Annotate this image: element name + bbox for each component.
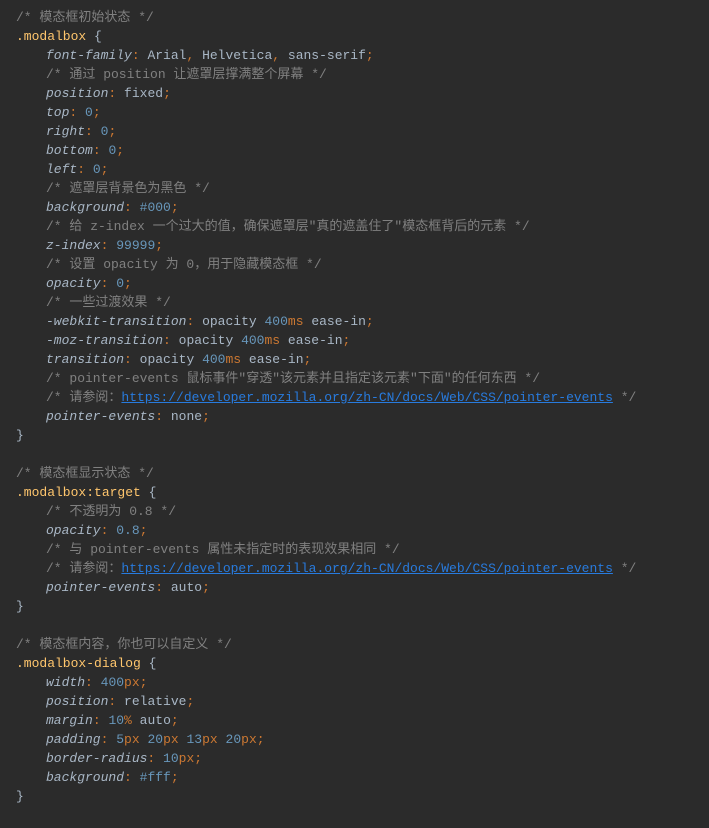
css-property: pointer-events (46, 409, 155, 424)
css-property: bottom (46, 143, 93, 158)
comment: /* 模态框初始状态 */ (16, 10, 154, 25)
css-property: width (46, 675, 85, 690)
css-property: top (46, 105, 69, 120)
blank-line (16, 616, 709, 635)
css-selector: .modalbox:target (16, 485, 141, 500)
comment: /* 遮罩层背景色为黑色 */ (46, 181, 210, 196)
comment: /* 给 z-index 一个过大的值，确保遮罩层"真的遮盖住了"模态框背后的元… (46, 219, 530, 234)
css-property: -webkit-transition (46, 314, 186, 329)
brace-open: { (149, 656, 157, 671)
brace-open: { (94, 29, 102, 44)
css-property: position (46, 86, 108, 101)
css-property: left (46, 162, 77, 177)
css-property: margin (46, 713, 93, 728)
css-property: background (46, 200, 124, 215)
css-property: transition (46, 352, 124, 367)
comment: /* 通过 position 让遮罩层撑满整个屏幕 */ (46, 67, 327, 82)
css-property: font-family (46, 48, 132, 63)
comment: /* 模态框显示状态 */ (16, 466, 154, 481)
brace-close: } (16, 789, 24, 804)
brace-open: { (149, 485, 157, 500)
brace-close: } (16, 599, 24, 614)
comment: /* 请参阅： (46, 390, 121, 405)
css-property: pointer-events (46, 580, 155, 595)
css-property: padding (46, 732, 101, 747)
comment: /* pointer-events 鼠标事件"穿透"该元素并且指定该元素"下面"… (46, 371, 540, 386)
doc-url[interactable]: https://developer.mozilla.org/zh-CN/docs… (121, 390, 612, 405)
blank-line (16, 445, 709, 464)
comment: /* 与 pointer-events 属性未指定时的表现效果相同 */ (46, 542, 400, 557)
css-property: -moz-transition (46, 333, 163, 348)
css-property: right (46, 124, 85, 139)
comment: /* 请参阅： (46, 561, 121, 576)
doc-url[interactable]: https://developer.mozilla.org/zh-CN/docs… (121, 561, 612, 576)
css-selector: .modalbox (16, 29, 86, 44)
css-selector: .modalbox-dialog (16, 656, 141, 671)
css-property: opacity (46, 523, 101, 538)
comment: /* 一些过渡效果 */ (46, 295, 171, 310)
css-property: z-index (46, 238, 101, 253)
brace-close: } (16, 428, 24, 443)
css-property: border-radius (46, 751, 147, 766)
comment: /* 模态框内容，你也可以自定义 */ (16, 637, 232, 652)
css-property: position (46, 694, 108, 709)
comment: /* 设置 opacity 为 0，用于隐藏模态框 */ (46, 257, 322, 272)
code-editor[interactable]: /* 模态框初始状态 */ .modalbox { font-family: A… (0, 0, 709, 814)
css-property: opacity (46, 276, 101, 291)
css-property: background (46, 770, 124, 785)
comment: /* 不透明为 0.8 */ (46, 504, 176, 519)
